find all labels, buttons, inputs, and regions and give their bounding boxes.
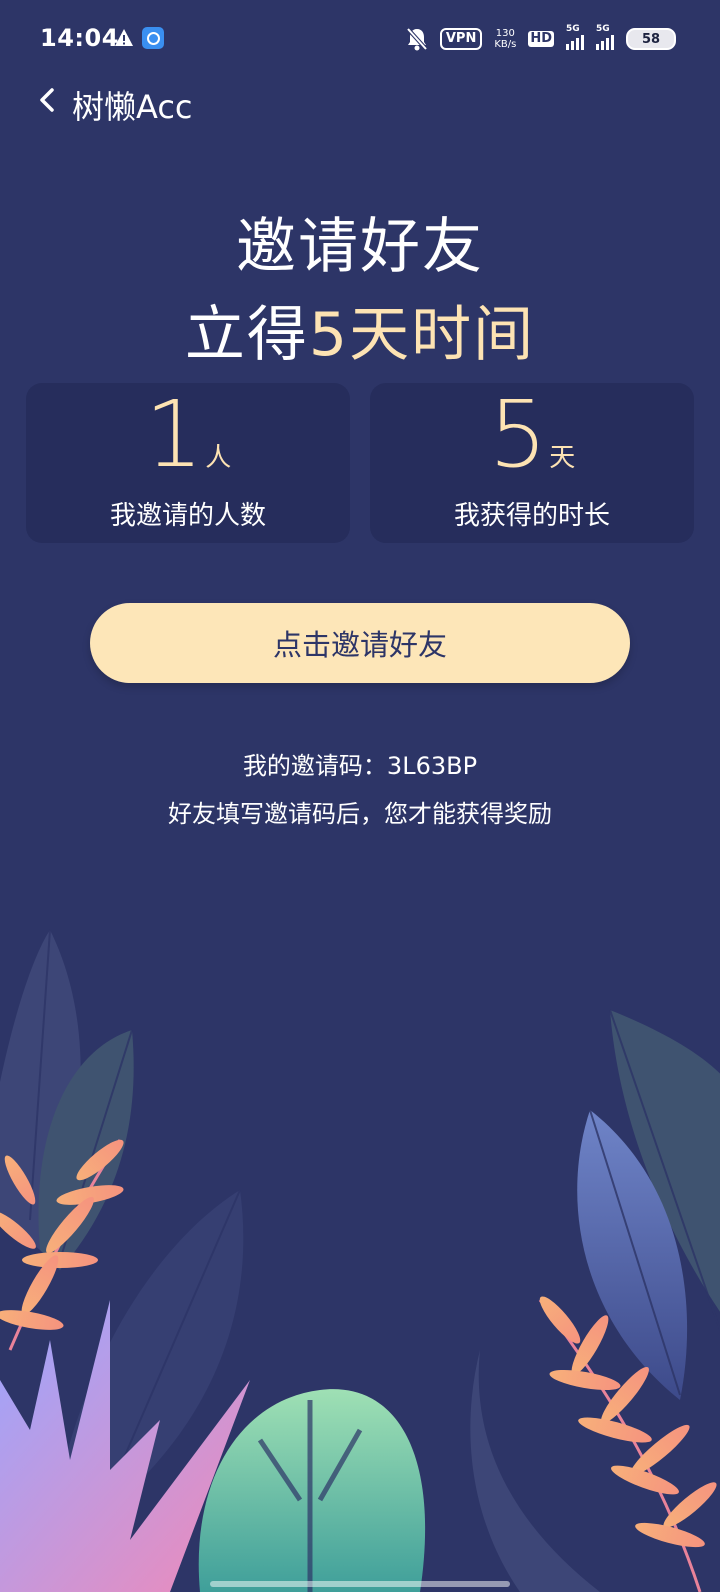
invited-count-unit: 人 bbox=[205, 443, 232, 473]
mute-bell-icon bbox=[406, 27, 428, 51]
earned-time-number: 5 bbox=[488, 381, 548, 488]
hd-badge: HD bbox=[528, 31, 554, 47]
status-time: 14:04 bbox=[40, 24, 119, 52]
earned-time-unit: 天 bbox=[549, 443, 576, 473]
invited-count-label: 我邀请的人数 bbox=[109, 501, 266, 531]
earned-time-value: 5天 bbox=[370, 385, 694, 485]
home-indicator[interactable] bbox=[210, 1581, 510, 1587]
sim2-network-label: 5G bbox=[596, 24, 610, 34]
status-bar: 14:04 VPN 130 KB/s HD 5G 5G 58 bbox=[0, 0, 720, 78]
sim1-network-label: 5G bbox=[566, 24, 580, 34]
network-speed-value: 130 bbox=[495, 28, 515, 39]
signal-icon-sim1: 5G bbox=[566, 24, 584, 50]
invite-hint-text: 好友填写邀请码后，您才能获得奖励 bbox=[168, 800, 552, 828]
headline-reward: 立得5天时间 bbox=[0, 286, 720, 373]
app-notification-icon bbox=[142, 27, 164, 49]
battery-icon: 58 bbox=[626, 28, 676, 50]
network-speed-unit: KB/s bbox=[494, 39, 517, 50]
invited-count-number: 1 bbox=[144, 381, 204, 488]
earned-time-label: 我获得的时长 bbox=[453, 501, 610, 531]
signal-icon-sim2: 5G bbox=[596, 24, 614, 50]
back-arrow-icon[interactable] bbox=[36, 86, 60, 114]
invite-code-text[interactable]: 我的邀请码：3L63BP bbox=[0, 746, 720, 781]
earned-time-card: 5天 我获得的时长 bbox=[370, 383, 694, 543]
vpn-badge: VPN bbox=[439, 28, 483, 50]
warning-icon bbox=[115, 29, 133, 46]
foliage-decoration bbox=[0, 929, 720, 1592]
invited-count-card: 1人 我邀请的人数 bbox=[26, 383, 350, 543]
invited-count-value: 1人 bbox=[26, 385, 350, 485]
invite-friends-button[interactable]: 点击邀请好友 bbox=[90, 603, 630, 683]
headline-invite: 邀请好友 bbox=[236, 212, 484, 282]
status-indicators: VPN 130 KB/s HD 5G 5G 58 bbox=[406, 24, 676, 52]
page-title: 树懒Acc bbox=[72, 88, 193, 126]
headline-reward-prefix: 立得 bbox=[184, 300, 309, 370]
headline-reward-accent: 5天时间 bbox=[308, 300, 536, 370]
network-speed: 130 KB/s bbox=[494, 28, 516, 50]
